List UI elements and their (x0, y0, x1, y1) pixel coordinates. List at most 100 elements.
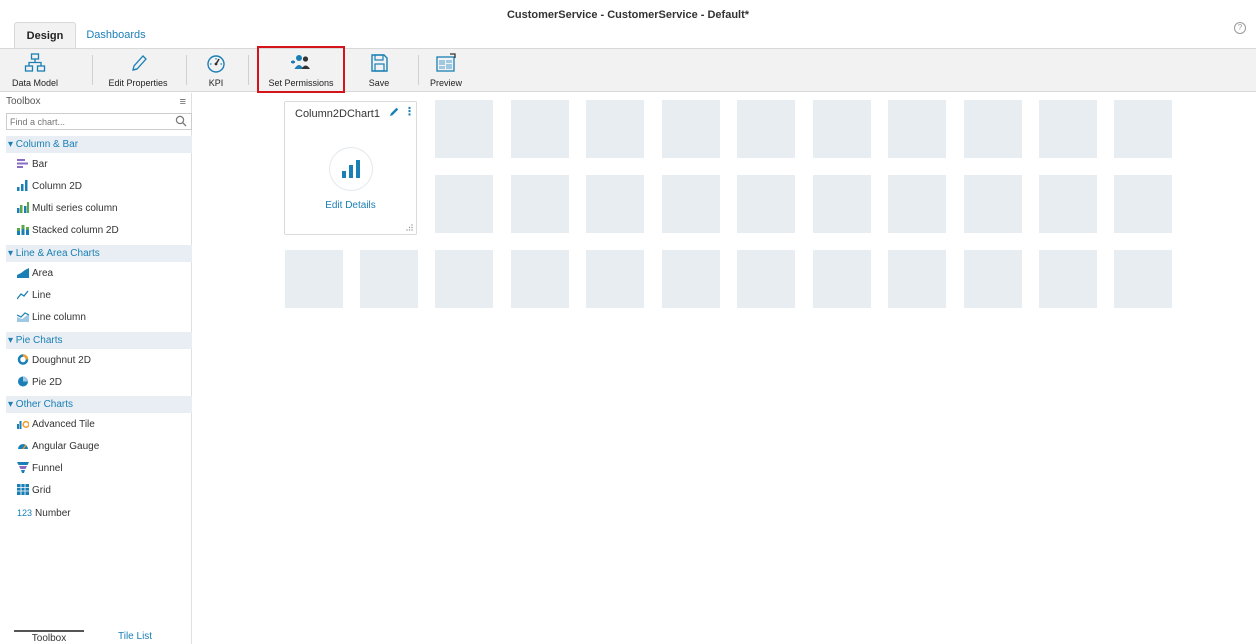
tile-placeholder[interactable] (888, 250, 946, 308)
edit-properties-button[interactable]: Edit Properties (100, 49, 176, 91)
tile-placeholder[interactable] (662, 250, 720, 308)
stacked-column-icon (17, 224, 29, 235)
tile-placeholder[interactable] (285, 250, 343, 308)
item-label: Advanced Tile (32, 419, 95, 430)
tile-placeholder[interactable] (737, 250, 795, 308)
toolbox-item-pie-2d[interactable]: Pie 2D (6, 373, 192, 393)
toolbox-header: Toolbox ≡ (6, 93, 192, 111)
pie-chart-icon (18, 376, 28, 387)
toolbox-item-column-2d[interactable]: Column 2D (6, 177, 192, 197)
set-permissions-button[interactable]: Set Permissions (261, 49, 341, 91)
column-chart-icon (17, 179, 28, 191)
tile-placeholder[interactable] (586, 175, 644, 233)
category-other[interactable]: ▾ Other Charts (6, 396, 192, 413)
tile-placeholder[interactable] (1114, 175, 1172, 233)
data-model-icon (24, 53, 46, 72)
floppy-disk-icon (371, 54, 388, 72)
toolbox-item-doughnut-2d[interactable]: Doughnut 2D (6, 351, 192, 371)
tab-design[interactable]: Design (14, 22, 76, 48)
toolbox-item-grid[interactable]: Grid (6, 481, 192, 501)
tab-toolbox[interactable]: Toolbox (14, 630, 84, 644)
pencil-icon[interactable] (389, 107, 399, 117)
item-label: Angular Gauge (32, 441, 100, 452)
set-permissions-label: Set Permissions (268, 78, 334, 88)
ribbon-separator (418, 55, 419, 85)
toolbox-panel: Toolbox ≡ ▾ Column & Bar Bar Column 2D M… (6, 93, 192, 644)
data-model-label: Data Model (11, 78, 59, 88)
toolbox-title: Toolbox (6, 96, 41, 107)
toolbox-item-line-column[interactable]: Line column (6, 308, 192, 328)
tile-placeholder[interactable] (737, 100, 795, 158)
search-icon[interactable] (175, 115, 187, 127)
toolbox-item-bar[interactable]: Bar (6, 155, 192, 175)
edit-details-link[interactable]: Edit Details (285, 200, 416, 211)
toolbox-item-line[interactable]: Line (6, 286, 192, 306)
tile-placeholder[interactable] (435, 250, 493, 308)
tile-placeholder[interactable] (813, 100, 871, 158)
chart-search-input[interactable] (6, 113, 192, 130)
doughnut-chart-icon (17, 354, 29, 365)
toolbox-item-funnel[interactable]: Funnel (6, 459, 192, 479)
angular-gauge-icon (18, 443, 28, 450)
tile-placeholder[interactable] (586, 100, 644, 158)
category-column-bar[interactable]: ▾ Column & Bar (6, 136, 192, 153)
ribbon-separator (186, 55, 187, 85)
ribbon-separator (92, 55, 93, 85)
tile-placeholder[interactable] (813, 250, 871, 308)
tab-tile-list[interactable]: Tile List (118, 630, 152, 644)
tile-placeholder[interactable] (1039, 100, 1097, 158)
tile-placeholder[interactable] (1039, 250, 1097, 308)
top-bar: Design Dashboards CustomerService - Cust… (0, 0, 1256, 48)
hamburger-menu-icon[interactable]: ≡ (180, 93, 186, 111)
tile-placeholder[interactable] (511, 100, 569, 158)
tile-placeholder[interactable] (964, 250, 1022, 308)
tile-placeholder[interactable] (360, 250, 418, 308)
chart-tile-column2dchart1[interactable]: Column2DChart1 ⋮ Edit Details (284, 101, 417, 235)
tile-placeholder[interactable] (964, 100, 1022, 158)
more-options-icon[interactable]: ⋮ (404, 105, 415, 119)
tab-dashboards[interactable]: Dashboards (76, 22, 156, 48)
toolbox-item-area[interactable]: Area (6, 264, 192, 284)
toolbox-item-advanced-tile[interactable]: Advanced Tile (6, 415, 192, 435)
category-pie[interactable]: ▾ Pie Charts (6, 332, 192, 349)
gauge-icon (207, 55, 225, 73)
tile-placeholder[interactable] (435, 175, 493, 233)
tile-placeholder[interactable] (1114, 100, 1172, 158)
category-line-area[interactable]: ▾ Line & Area Charts (6, 245, 192, 262)
area-chart-icon (17, 267, 29, 278)
item-label: Line (32, 290, 51, 301)
window-title: CustomerService - CustomerService - Defa… (506, 9, 750, 21)
ribbon-separator (248, 55, 249, 85)
toolbox-item-multi-series-column[interactable]: Multi series column (6, 199, 192, 219)
tile-placeholder[interactable] (813, 175, 871, 233)
dashboard-canvas[interactable]: Column2DChart1 ⋮ Edit Details (193, 93, 1256, 644)
tile-placeholder[interactable] (662, 175, 720, 233)
preview-button[interactable]: Preview (424, 49, 468, 91)
tile-placeholder[interactable] (662, 100, 720, 158)
tile-placeholder[interactable] (888, 175, 946, 233)
data-model-button[interactable]: Data Model (6, 49, 64, 91)
item-label: Funnel (32, 463, 63, 474)
tile-placeholder[interactable] (1114, 250, 1172, 308)
line-column-icon (17, 312, 29, 322)
tile-placeholder[interactable] (737, 175, 795, 233)
save-label: Save (368, 78, 390, 88)
help-icon[interactable]: ? (1234, 22, 1246, 34)
toolbox-item-stacked-column-2d[interactable]: Stacked column 2D (6, 221, 192, 241)
item-label: Area (32, 268, 54, 279)
tile-placeholder[interactable] (435, 100, 493, 158)
kpi-label: KPI (208, 78, 224, 88)
tile-placeholder[interactable] (511, 175, 569, 233)
toolbox-item-angular-gauge[interactable]: Angular Gauge (6, 437, 192, 457)
kpi-button[interactable]: KPI (196, 49, 236, 91)
tile-placeholder[interactable] (586, 250, 644, 308)
save-button[interactable]: Save (357, 49, 401, 91)
preview-label: Preview (429, 78, 462, 88)
tile-placeholder[interactable] (511, 250, 569, 308)
resize-handle-icon[interactable] (406, 224, 413, 231)
tile-placeholder[interactable] (1039, 175, 1097, 233)
column-chart-icon (342, 160, 360, 178)
tile-placeholder[interactable] (964, 175, 1022, 233)
tile-placeholder[interactable] (888, 100, 946, 158)
toolbox-item-number[interactable]: 123 Number (6, 503, 192, 523)
